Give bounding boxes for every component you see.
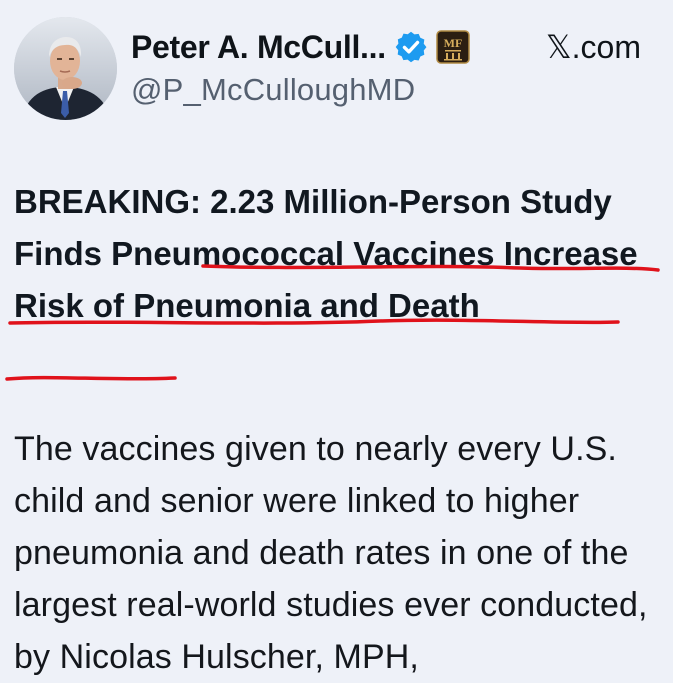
- post-body: The vaccines given to nearly every U.S. …: [14, 430, 648, 676]
- verified-icon: [394, 30, 428, 64]
- post-headline: BREAKING: 2.23 Million-Person Study Find…: [14, 183, 638, 324]
- name-row: Peter A. McCull... MF: [131, 26, 470, 68]
- org-badge-icon[interactable]: MF: [436, 30, 470, 64]
- avatar[interactable]: [14, 17, 117, 120]
- site-label: 𝕏.com: [545, 29, 641, 65]
- svg-text:MF: MF: [443, 36, 462, 50]
- author-name[interactable]: Peter A. McCull...: [131, 29, 386, 66]
- author-handle[interactable]: @P_McCulloughMD: [131, 72, 415, 108]
